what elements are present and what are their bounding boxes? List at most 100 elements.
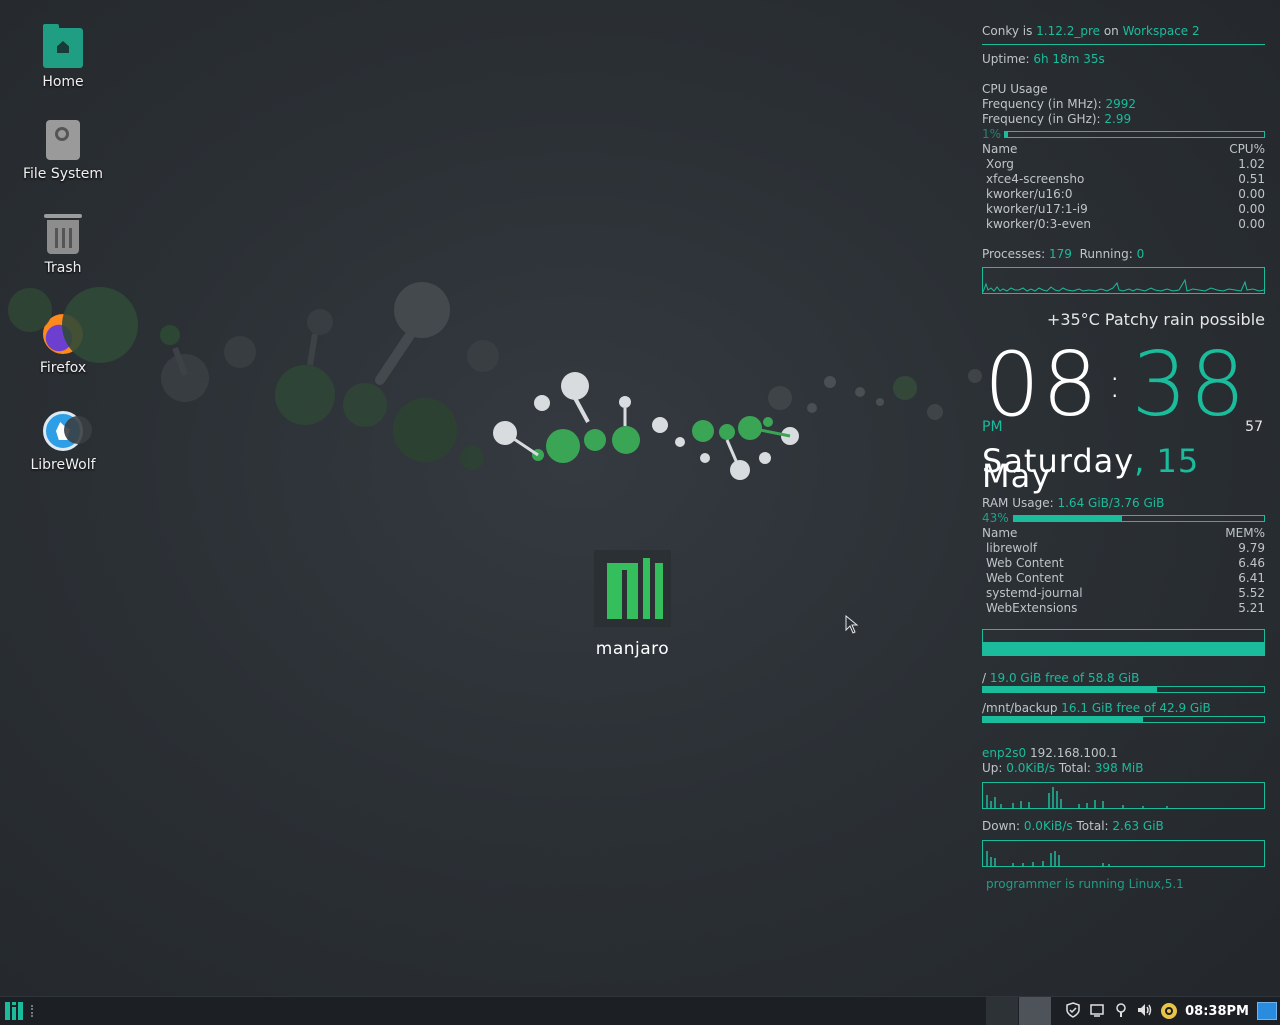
network-manager-icon[interactable] bbox=[1160, 1002, 1178, 1020]
process-value: 6.46 bbox=[1238, 556, 1265, 570]
mouse-cursor-icon bbox=[845, 615, 859, 634]
display-icon[interactable] bbox=[1088, 1002, 1106, 1020]
net-up-speed: 0.0KiB/s bbox=[1006, 761, 1056, 775]
cpu-process-row: kworker/u17:1-i9 0.00 bbox=[982, 202, 1265, 217]
trash-icon bbox=[44, 214, 82, 254]
ram-usage-line: 43% bbox=[982, 511, 1265, 526]
network-ip: 192.168.100.1 bbox=[1029, 746, 1118, 760]
net-down-total-label: Total: bbox=[1072, 819, 1113, 833]
cpu-graph-line bbox=[983, 278, 1264, 293]
process-value: 6.41 bbox=[1238, 571, 1265, 585]
ram-process-row: systemd-journal 5.52 bbox=[982, 586, 1265, 601]
net-down-label: Down: bbox=[982, 819, 1024, 833]
date-month: May bbox=[982, 457, 1052, 495]
download-graph-bars bbox=[986, 851, 1110, 866]
process-name: WebExtensions bbox=[986, 601, 1078, 615]
network-up-line: Up: 0.0KiB/s Total: 398 MiB bbox=[982, 761, 1265, 776]
ram-line: RAM Usage: 1.64 GiB/3.76 GiB bbox=[982, 496, 1265, 511]
show-desktop-button[interactable] bbox=[1257, 1002, 1277, 1020]
manjaro-logo: manjaro bbox=[594, 550, 671, 659]
conky-header-prefix: Conky is bbox=[982, 24, 1037, 38]
disk-info: 19.0 GiB free of 58.8 GiB bbox=[989, 671, 1140, 685]
cpu-freq-mhz-value: 2992 bbox=[1105, 97, 1137, 111]
panel-handle[interactable] bbox=[31, 1005, 36, 1017]
process-name: librewolf bbox=[986, 541, 1038, 555]
cpu-freq-mhz: Frequency (in MHz): 2992 bbox=[982, 97, 1265, 112]
clock-ampm: PM bbox=[982, 419, 1003, 435]
cpu-process-row: kworker/u16:0 0.00 bbox=[982, 187, 1265, 202]
desktop-icon-filesystem[interactable]: File System bbox=[14, 120, 112, 182]
ram-col-value: MEM% bbox=[1225, 526, 1265, 540]
conky-date: Saturday, 15 May bbox=[982, 445, 1265, 492]
shield-icon[interactable] bbox=[1064, 1002, 1082, 1020]
uptime-line: Uptime: 6h 18m 35s bbox=[982, 52, 1265, 67]
desktop-icon-label: Home bbox=[42, 74, 84, 90]
ram-usage-bar-fill bbox=[1014, 516, 1122, 521]
desktop-icon-trash[interactable]: Trash bbox=[14, 214, 112, 276]
taskbar-clock[interactable]: 08:38PM bbox=[1185, 1004, 1249, 1019]
wallpaper-molecule-art bbox=[8, 282, 982, 480]
net-down-total: 2.63 GiB bbox=[1112, 819, 1164, 833]
upload-graph-bars bbox=[986, 787, 1168, 808]
workspace-2-button[interactable] bbox=[1019, 997, 1052, 1025]
process-value: 0.00 bbox=[1238, 187, 1265, 201]
disk-backup-bar bbox=[982, 716, 1265, 723]
ram-graph-fill bbox=[983, 642, 1264, 655]
process-name: Xorg bbox=[986, 157, 1014, 171]
conky-workspace: Workspace 2 bbox=[1122, 24, 1200, 38]
process-value: 0.51 bbox=[1238, 172, 1265, 186]
cpu-title: CPU Usage bbox=[982, 82, 1048, 96]
cpu-usage-bar-fill bbox=[1005, 132, 1008, 137]
process-value: 0.00 bbox=[1238, 217, 1265, 231]
cpu-process-row: xfce4-screensho 0.51 bbox=[982, 172, 1265, 187]
clock-seconds: 57 bbox=[1245, 419, 1263, 435]
process-name: kworker/u16:0 bbox=[986, 187, 1073, 201]
manjaro-logo-icon bbox=[594, 550, 671, 627]
uptime-value: 6h 18m 35s bbox=[1033, 52, 1105, 66]
desktop-icon-home[interactable]: Home bbox=[14, 24, 112, 90]
ram-usage-bar bbox=[1013, 515, 1265, 522]
menu-button[interactable] bbox=[5, 1002, 23, 1020]
process-value: 0.00 bbox=[1238, 202, 1265, 216]
big-clock: 08:38 bbox=[984, 334, 1247, 435]
process-name: kworker/u17:1-i9 bbox=[986, 202, 1088, 216]
ram-process-row: WebExtensions 5.21 bbox=[982, 601, 1265, 616]
clock-separator: : bbox=[1107, 361, 1124, 407]
cpu-process-row: kworker/0:3-even 0.00 bbox=[982, 217, 1265, 232]
manjaro-logo-text: manjaro bbox=[595, 639, 670, 659]
net-up-total-label: Total: bbox=[1055, 761, 1095, 775]
running-label: Running: bbox=[1079, 247, 1137, 261]
uptime-label: Uptime: bbox=[982, 52, 1034, 66]
download-graph bbox=[982, 840, 1265, 867]
ram-value: 1.64 GiB/3.76 GiB bbox=[1057, 496, 1165, 510]
network-line: enp2s0 192.168.100.1 bbox=[982, 746, 1265, 761]
ram-col-name: Name bbox=[982, 526, 1018, 540]
net-up-label: Up: bbox=[982, 761, 1007, 775]
process-value: 5.21 bbox=[1238, 601, 1265, 615]
cpu-usage-bar bbox=[1004, 131, 1265, 138]
desktop-icon-label: File System bbox=[22, 166, 104, 182]
disk-mount: / bbox=[982, 671, 987, 685]
cpu-col-name: Name bbox=[982, 142, 1018, 156]
home-folder-icon bbox=[43, 24, 83, 68]
conky-header: Conky is 1.12.2_pre on Workspace 2 bbox=[982, 24, 1265, 39]
network-iface: enp2s0 bbox=[982, 746, 1027, 760]
ram-process-row: librewolf 9.79 bbox=[982, 541, 1265, 556]
disk-bar-fill bbox=[983, 687, 1158, 692]
disk-bar-fill bbox=[983, 717, 1144, 722]
bulb-icon[interactable] bbox=[1112, 1002, 1130, 1020]
process-name: kworker/0:3-even bbox=[986, 217, 1092, 231]
process-value: 9.79 bbox=[1238, 541, 1265, 555]
cpu-process-row: Xorg 1.02 bbox=[982, 157, 1265, 172]
disk-root-bar bbox=[982, 686, 1265, 693]
conky-panel: Conky is 1.12.2_pre on Workspace 2 Uptim… bbox=[982, 24, 1265, 892]
network-down-line: Down: 0.0KiB/s Total: 2.63 GiB bbox=[982, 819, 1265, 834]
volume-icon[interactable] bbox=[1136, 1002, 1154, 1020]
conky-footer: programmer is running Linux,5.1 bbox=[986, 877, 1184, 891]
workspace-1-button[interactable] bbox=[986, 997, 1019, 1025]
conky-version: 1.12.2_pre bbox=[1036, 24, 1101, 38]
cpu-col-value: CPU% bbox=[1229, 142, 1265, 156]
cpu-freq-mhz-label: Frequency (in MHz): bbox=[982, 97, 1106, 111]
running-count: 0 bbox=[1136, 247, 1145, 261]
disk-mount: /mnt/backup bbox=[982, 701, 1058, 715]
